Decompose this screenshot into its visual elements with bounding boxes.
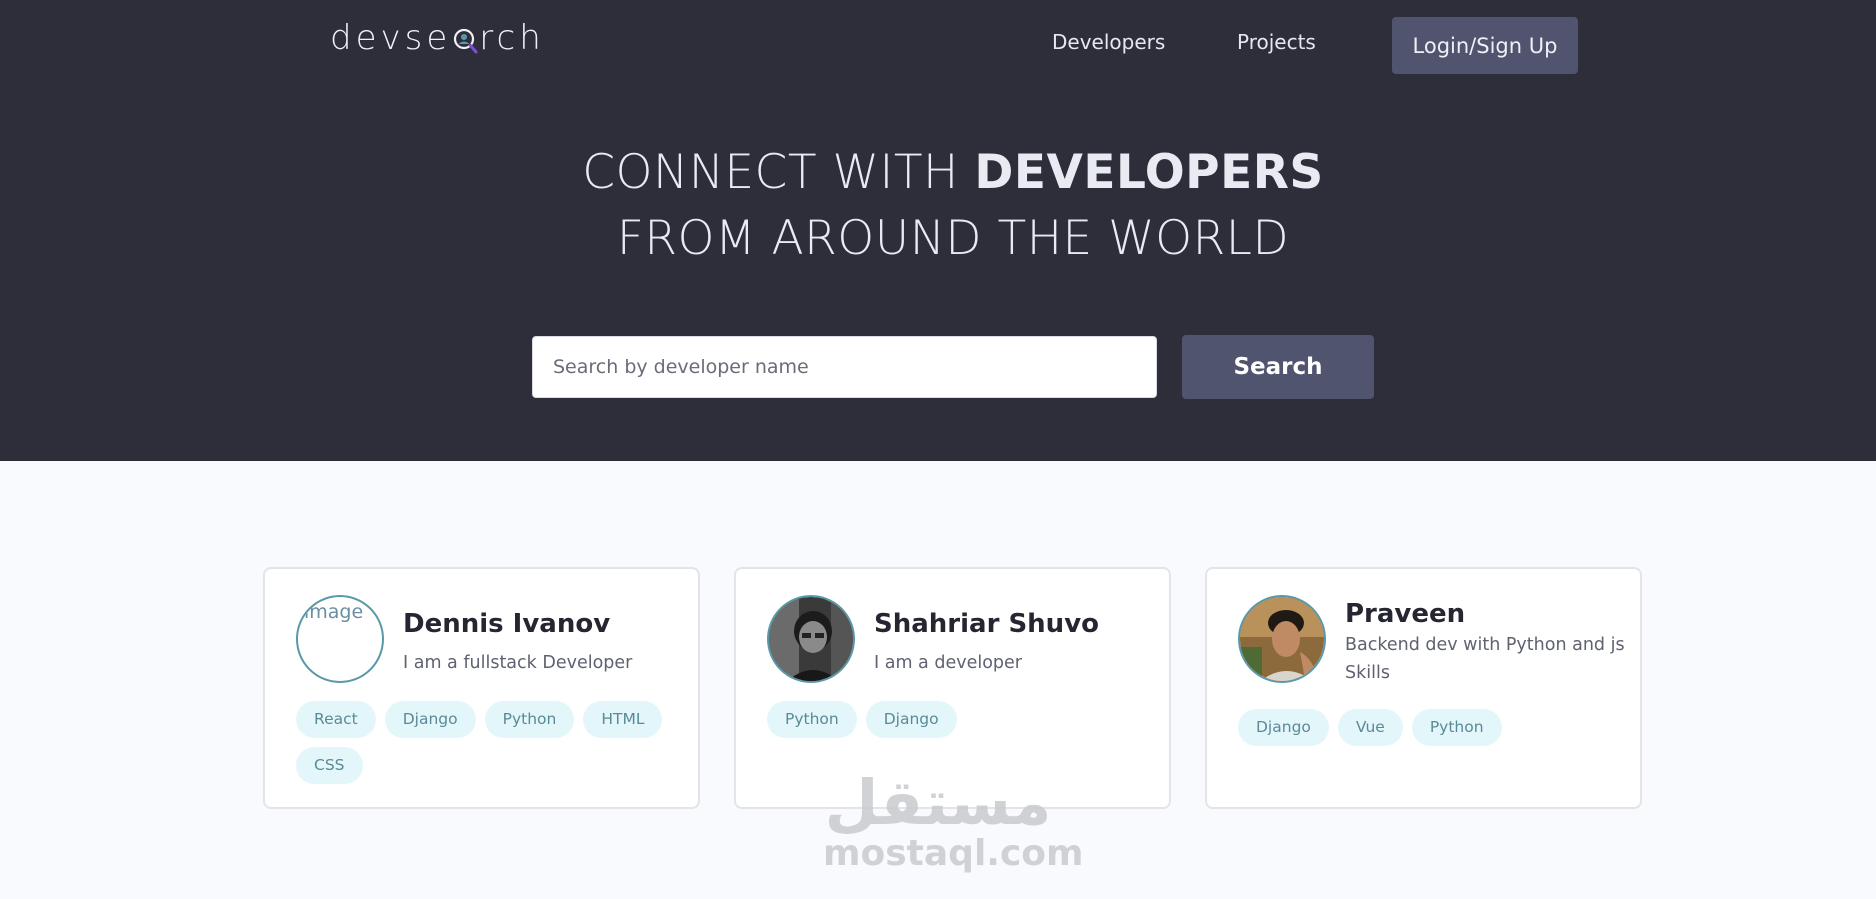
- skill-tag: Python: [1411, 709, 1502, 746]
- login-signup-button[interactable]: Login/Sign Up: [1392, 17, 1578, 74]
- skill-tag: Django: [865, 701, 957, 738]
- skill-tags: React Django Python HTML CSS: [296, 701, 686, 784]
- avatar-photo: [769, 597, 853, 681]
- watermark: مستقل mostaql.com: [823, 766, 1084, 874]
- logo-text-end: rch: [479, 18, 545, 58]
- watermark-arabic: مستقل: [824, 766, 1052, 839]
- skill-tag: HTML: [583, 701, 663, 738]
- skill-tag: Django: [1238, 709, 1329, 746]
- nav-link-developers[interactable]: Developers: [1052, 30, 1165, 54]
- logo[interactable]: devse rch: [330, 18, 545, 58]
- magnifier-person-icon: [452, 25, 478, 54]
- navbar: devse rch Developers Projects Login/Sign…: [0, 0, 1876, 90]
- skill-tag: Vue: [1337, 709, 1403, 746]
- developer-bio: I am a fullstack Developer: [403, 653, 633, 673]
- skill-tags: Python Django: [767, 701, 1157, 738]
- headline-line2: FROM AROUND THE WORLD: [616, 211, 1290, 266]
- avatar: image: [296, 595, 384, 683]
- search-input[interactable]: [532, 336, 1157, 398]
- developer-name: Praveen: [1345, 599, 1466, 629]
- developer-name: Dennis Ivanov: [403, 609, 611, 639]
- skill-tag: React: [296, 701, 376, 738]
- avatar-broken-image-alt: image: [304, 601, 364, 623]
- avatar-photo: [1240, 597, 1324, 681]
- nav-link-projects[interactable]: Projects: [1237, 30, 1316, 54]
- developer-bio: I am a developer: [874, 653, 1022, 673]
- avatar: [767, 595, 855, 683]
- hero-section: devse rch Developers Projects Login/Sign…: [0, 0, 1876, 461]
- skill-tag: Python: [767, 701, 857, 738]
- logo-text-start: devse: [330, 18, 452, 58]
- developer-card[interactable]: image Dennis Ivanov I am a fullstack Dev…: [263, 567, 700, 809]
- watermark-latin: mostaql.com: [823, 833, 1084, 874]
- developer-bio: Backend dev with Python and js Skills: [1345, 635, 1625, 683]
- skill-tags: Django Vue Python: [1238, 709, 1628, 746]
- skill-tag: CSS: [296, 747, 363, 784]
- hero-headline: CONNECT WITH DEVELOPERS FROM AROUND THE …: [0, 140, 1876, 272]
- headline-line1-light: CONNECT WITH: [582, 145, 975, 200]
- developer-name: Shahriar Shuvo: [874, 609, 1099, 639]
- search-button[interactable]: Search: [1182, 335, 1374, 399]
- skill-tag: Django: [384, 701, 476, 738]
- skill-tag: Python: [484, 701, 575, 738]
- avatar: [1238, 595, 1326, 683]
- headline-line1-bold: DEVELOPERS: [974, 145, 1324, 200]
- developer-card[interactable]: Praveen Backend dev with Python and js S…: [1205, 567, 1642, 809]
